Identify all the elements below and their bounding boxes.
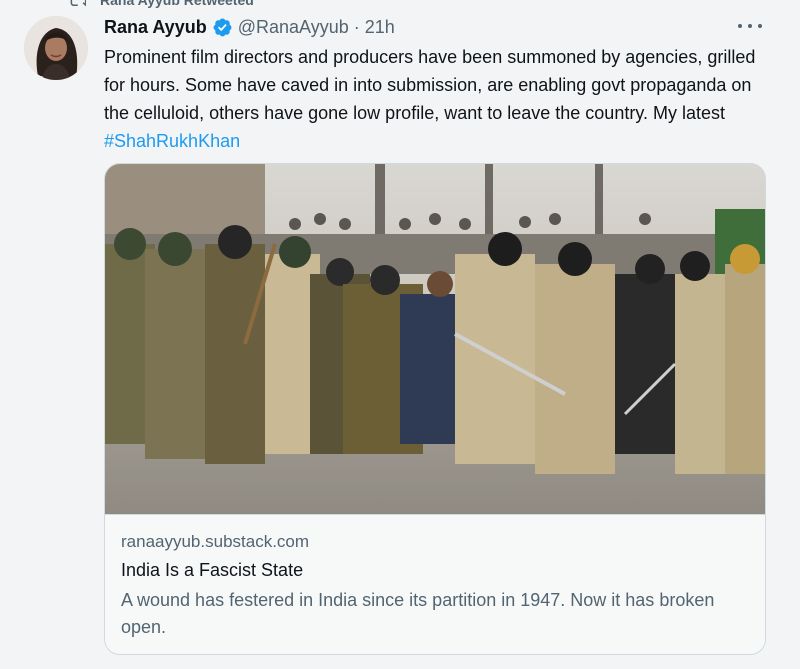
card-image[interactable]	[105, 164, 765, 514]
card-photo	[105, 164, 765, 514]
tweet-header: Rana Ayyub @RanaAyyub · 21h	[104, 14, 395, 40]
more-options-icon[interactable]	[738, 16, 762, 36]
retweet-icon	[70, 0, 86, 7]
separator-dot: ·	[353, 16, 360, 37]
avatar[interactable]	[24, 16, 88, 80]
card-body[interactable]: ranaayyub.substack.com India Is a Fascis…	[105, 514, 765, 654]
card-description: A wound has festered in India since its …	[121, 590, 715, 637]
tweet-text: Prominent film directors and producers h…	[104, 43, 764, 155]
avatar-image	[24, 16, 88, 80]
link-preview-card[interactable]: ranaayyub.substack.com India Is a Fascis…	[104, 163, 766, 655]
card-domain: ranaayyub.substack.com	[121, 532, 310, 551]
verified-badge-icon	[213, 18, 232, 36]
retweet-context: Rana Ayyub Retweeted	[68, 0, 254, 10]
card-title: India Is a Fascist State	[121, 560, 304, 580]
author-name[interactable]: Rana Ayyub	[104, 17, 207, 38]
hashtag-link[interactable]: #ShahRukhKhan	[104, 131, 240, 151]
author-handle[interactable]: @RanaAyyub	[238, 17, 349, 38]
retweet-label: Rana Ayyub Retweeted	[100, 0, 254, 8]
tweet-timestamp[interactable]: 21h	[365, 17, 395, 38]
tweet-body: Prominent film directors and producers h…	[104, 47, 756, 123]
